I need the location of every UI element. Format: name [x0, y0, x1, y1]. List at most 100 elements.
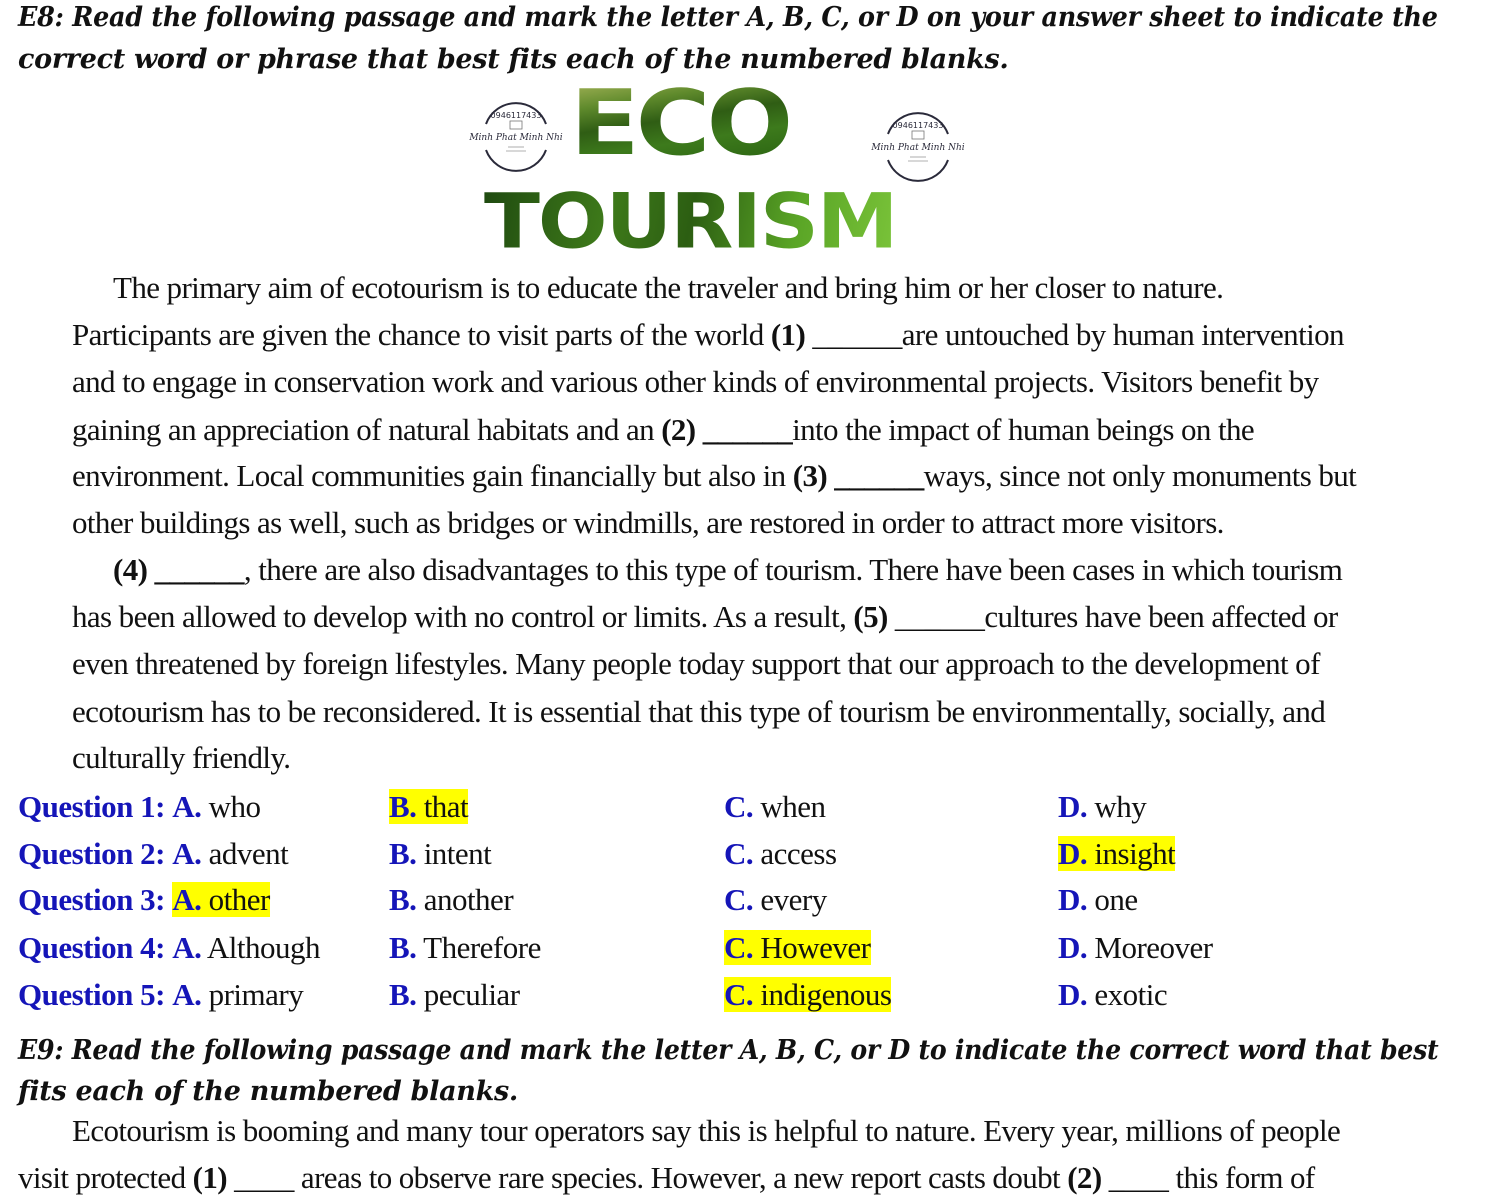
blank-number: (1): [192, 1160, 228, 1195]
question-2-option-d: D. insight: [1058, 834, 1176, 874]
passage-line: The primary aim of ecotourism is to educ…: [113, 270, 1224, 305]
option-text-wrap: B. peculiar: [389, 977, 520, 1012]
question-label: Question 3:: [18, 882, 165, 917]
answer-highlight: D. insight: [1058, 836, 1176, 871]
option-text-wrap: A. primary: [172, 977, 304, 1012]
passage-line: visit protected (1) ____ areas to observ…: [18, 1160, 1315, 1195]
question-2-option-c: C. access: [724, 834, 837, 874]
question-3-option-c: C. every: [724, 880, 827, 920]
blank-2: ______: [695, 412, 793, 447]
option-letter: B.: [389, 930, 417, 965]
passage-line: has been allowed to develop with no cont…: [72, 599, 1338, 634]
option-letter: C.: [724, 930, 754, 965]
question-1-option-a: Question 1: A. who: [18, 787, 261, 827]
option-text: Moreover: [1094, 930, 1213, 965]
blank-number: (3): [792, 458, 828, 493]
answer-highlight: C. However: [724, 930, 871, 965]
blank-4: ______: [147, 552, 245, 587]
option-text-wrap: D. exotic: [1058, 977, 1168, 1012]
question-3-option-a: Question 3: A. other: [18, 880, 270, 920]
passage-line: other buildings as well, such as bridges…: [72, 505, 1224, 540]
option-letter: C.: [724, 836, 754, 871]
option-letter: B.: [389, 789, 417, 824]
option-text: Although: [206, 930, 321, 965]
blank-number: (5): [853, 599, 888, 634]
question-label: Question 4:: [18, 930, 165, 965]
banner-title-tourism: TOURISM: [484, 178, 899, 267]
option-letter: A.: [172, 930, 202, 965]
question-label: Question 2:: [18, 836, 165, 871]
stamp-logo-right: 0946117433 Minh Phat Minh Nhi: [866, 110, 970, 182]
option-letter: C.: [724, 789, 754, 824]
question-5-option-a: Question 5: A. primary: [18, 975, 304, 1015]
blank-1: ______: [805, 317, 902, 352]
option-text: every: [760, 882, 827, 917]
e8-instruction-line-2: correct word or phrase that best fits ea…: [18, 44, 1009, 75]
option-letter: A.: [172, 789, 202, 824]
question-3-option-b: B. another: [389, 880, 514, 920]
option-text: primary: [208, 977, 304, 1012]
option-letter: A.: [172, 836, 202, 871]
option-text: other: [208, 882, 271, 917]
ecotourism-banner: 0946117433 Minh Phat Minh Nhi ECO 094611…: [468, 79, 970, 267]
option-text-wrap: B. another: [389, 882, 514, 917]
option-text: when: [760, 789, 826, 824]
option-text: that: [423, 789, 469, 824]
option-letter: D.: [1058, 882, 1088, 917]
option-letter: D.: [1058, 789, 1088, 824]
blank-number: (2): [661, 412, 696, 447]
e8-instruction-line-1: E8: Read the following passage and mark …: [18, 2, 1438, 33]
option-text-wrap: C. when: [724, 789, 826, 824]
option-letter: A.: [172, 977, 202, 1012]
question-1-option-c: C. when: [724, 787, 826, 827]
option-text: who: [208, 789, 261, 824]
blank-number: (1): [770, 317, 806, 352]
option-letter: D.: [1058, 836, 1088, 871]
svg-text:Minh Phat Minh Nhi: Minh Phat Minh Nhi: [870, 143, 964, 153]
svg-text:0946117433: 0946117433: [893, 121, 944, 130]
option-text: why: [1094, 789, 1147, 824]
question-3-option-d: D. one: [1058, 880, 1138, 920]
option-text-wrap: C. every: [724, 882, 827, 917]
blank-3: ______: [827, 458, 924, 493]
option-text: However: [760, 930, 871, 965]
blank-number: (4): [113, 552, 148, 587]
option-letter: B.: [389, 882, 417, 917]
question-label: Question 1:: [18, 789, 165, 824]
option-text: advent: [208, 836, 289, 871]
option-letter: A.: [172, 882, 202, 917]
option-text-wrap: C. access: [724, 836, 837, 871]
option-text: indigenous: [760, 977, 892, 1012]
question-4-option-a: Question 4: A. Although: [18, 928, 321, 968]
stamp-logo-left: 0946117433 Minh Phat Minh Nhi: [464, 100, 568, 172]
option-letter: D.: [1058, 930, 1088, 965]
passage-line: Participants are given the chance to vis…: [72, 317, 1344, 352]
question-5-option-c: C. indigenous: [724, 975, 892, 1015]
option-text-wrap: D. one: [1058, 882, 1138, 917]
option-text: access: [760, 836, 837, 871]
option-letter: B.: [389, 836, 417, 871]
passage-line: culturally friendly.: [72, 740, 291, 775]
option-text-wrap: D. why: [1058, 789, 1147, 824]
passage-line: Ecotourism is booming and many tour oper…: [72, 1113, 1341, 1148]
option-text-wrap: D. Moreover: [1058, 930, 1213, 965]
passage-line: even threatened by foreign lifestyles. M…: [72, 646, 1320, 681]
banner-title-eco: ECO: [570, 71, 793, 176]
answer-highlight: B. that: [389, 789, 469, 824]
passage-line: ecotourism has to be reconsidered. It is…: [72, 694, 1326, 729]
option-letter: C.: [724, 882, 754, 917]
question-1-option-b: B. that: [389, 787, 469, 827]
e9-instruction-line-1: E9: Read the following passage and mark …: [18, 1035, 1439, 1066]
question-5-option-d: D. exotic: [1058, 975, 1168, 1015]
passage-line: and to engage in conservation work and v…: [72, 364, 1319, 399]
option-text-wrap: A. who: [172, 789, 261, 824]
svg-text:0946117433: 0946117433: [491, 111, 542, 120]
option-text: peculiar: [423, 977, 520, 1012]
question-2-option-a: Question 2: A. advent: [18, 834, 289, 874]
blank-1: ____: [227, 1160, 301, 1195]
option-text: another: [423, 882, 514, 917]
blank-5: ______: [887, 599, 985, 634]
passage-line: gaining an appreciation of natural habit…: [72, 412, 1255, 447]
question-5-option-b: B. peculiar: [389, 975, 520, 1015]
answer-highlight: C. indigenous: [724, 977, 892, 1012]
